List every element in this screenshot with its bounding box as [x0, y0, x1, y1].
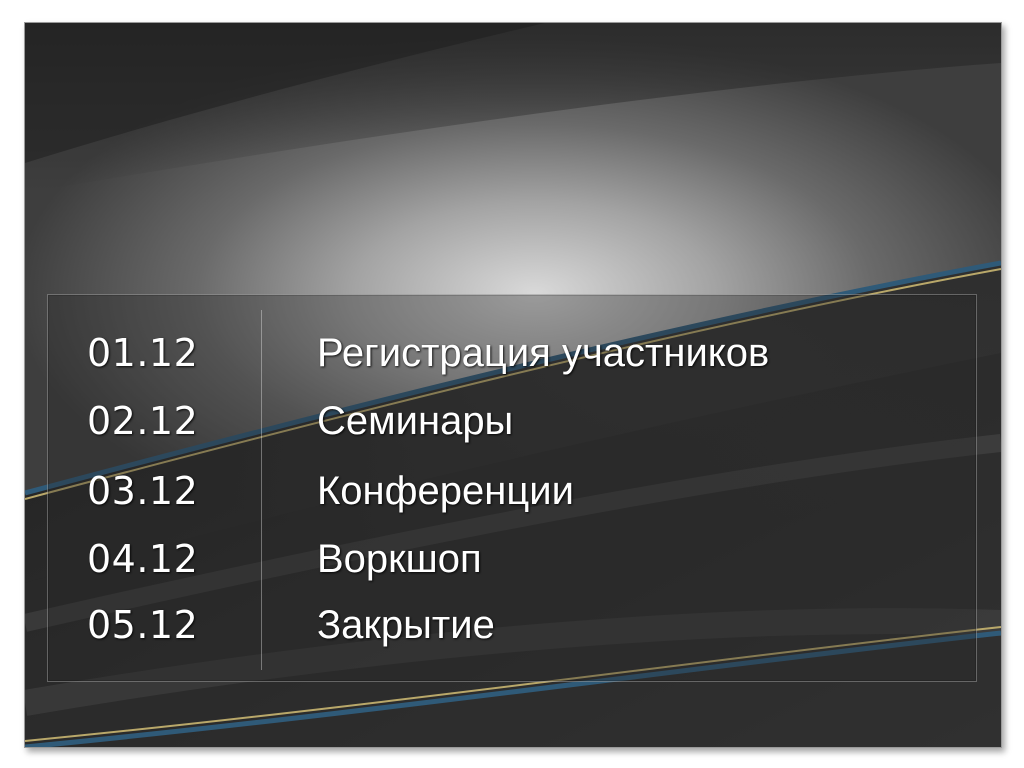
schedule-row: 02.12 Семинары — [25, 399, 1001, 459]
schedule-date: 02.12 — [87, 399, 199, 443]
schedule-row: 03.12 Конференции — [25, 469, 1001, 529]
schedule-date: 03.12 — [87, 469, 199, 513]
schedule-row: 04.12 Воркшоп — [25, 537, 1001, 597]
slide: 01.12 Регистрация участников 02.12 Семин… — [24, 22, 1002, 748]
schedule-date: 04.12 — [87, 537, 199, 581]
schedule-row: 05.12 Закрытие — [25, 603, 1001, 663]
schedule-event: Воркшоп — [317, 537, 482, 581]
schedule-event: Конференции — [317, 469, 574, 513]
schedule-event: Закрытие — [317, 603, 495, 647]
schedule-event: Семинары — [317, 399, 514, 443]
schedule-event: Регистрация участников — [317, 331, 770, 375]
schedule-date: 01.12 — [87, 331, 199, 375]
schedule-date: 05.12 — [87, 603, 199, 647]
schedule-row: 01.12 Регистрация участников — [25, 331, 1001, 391]
